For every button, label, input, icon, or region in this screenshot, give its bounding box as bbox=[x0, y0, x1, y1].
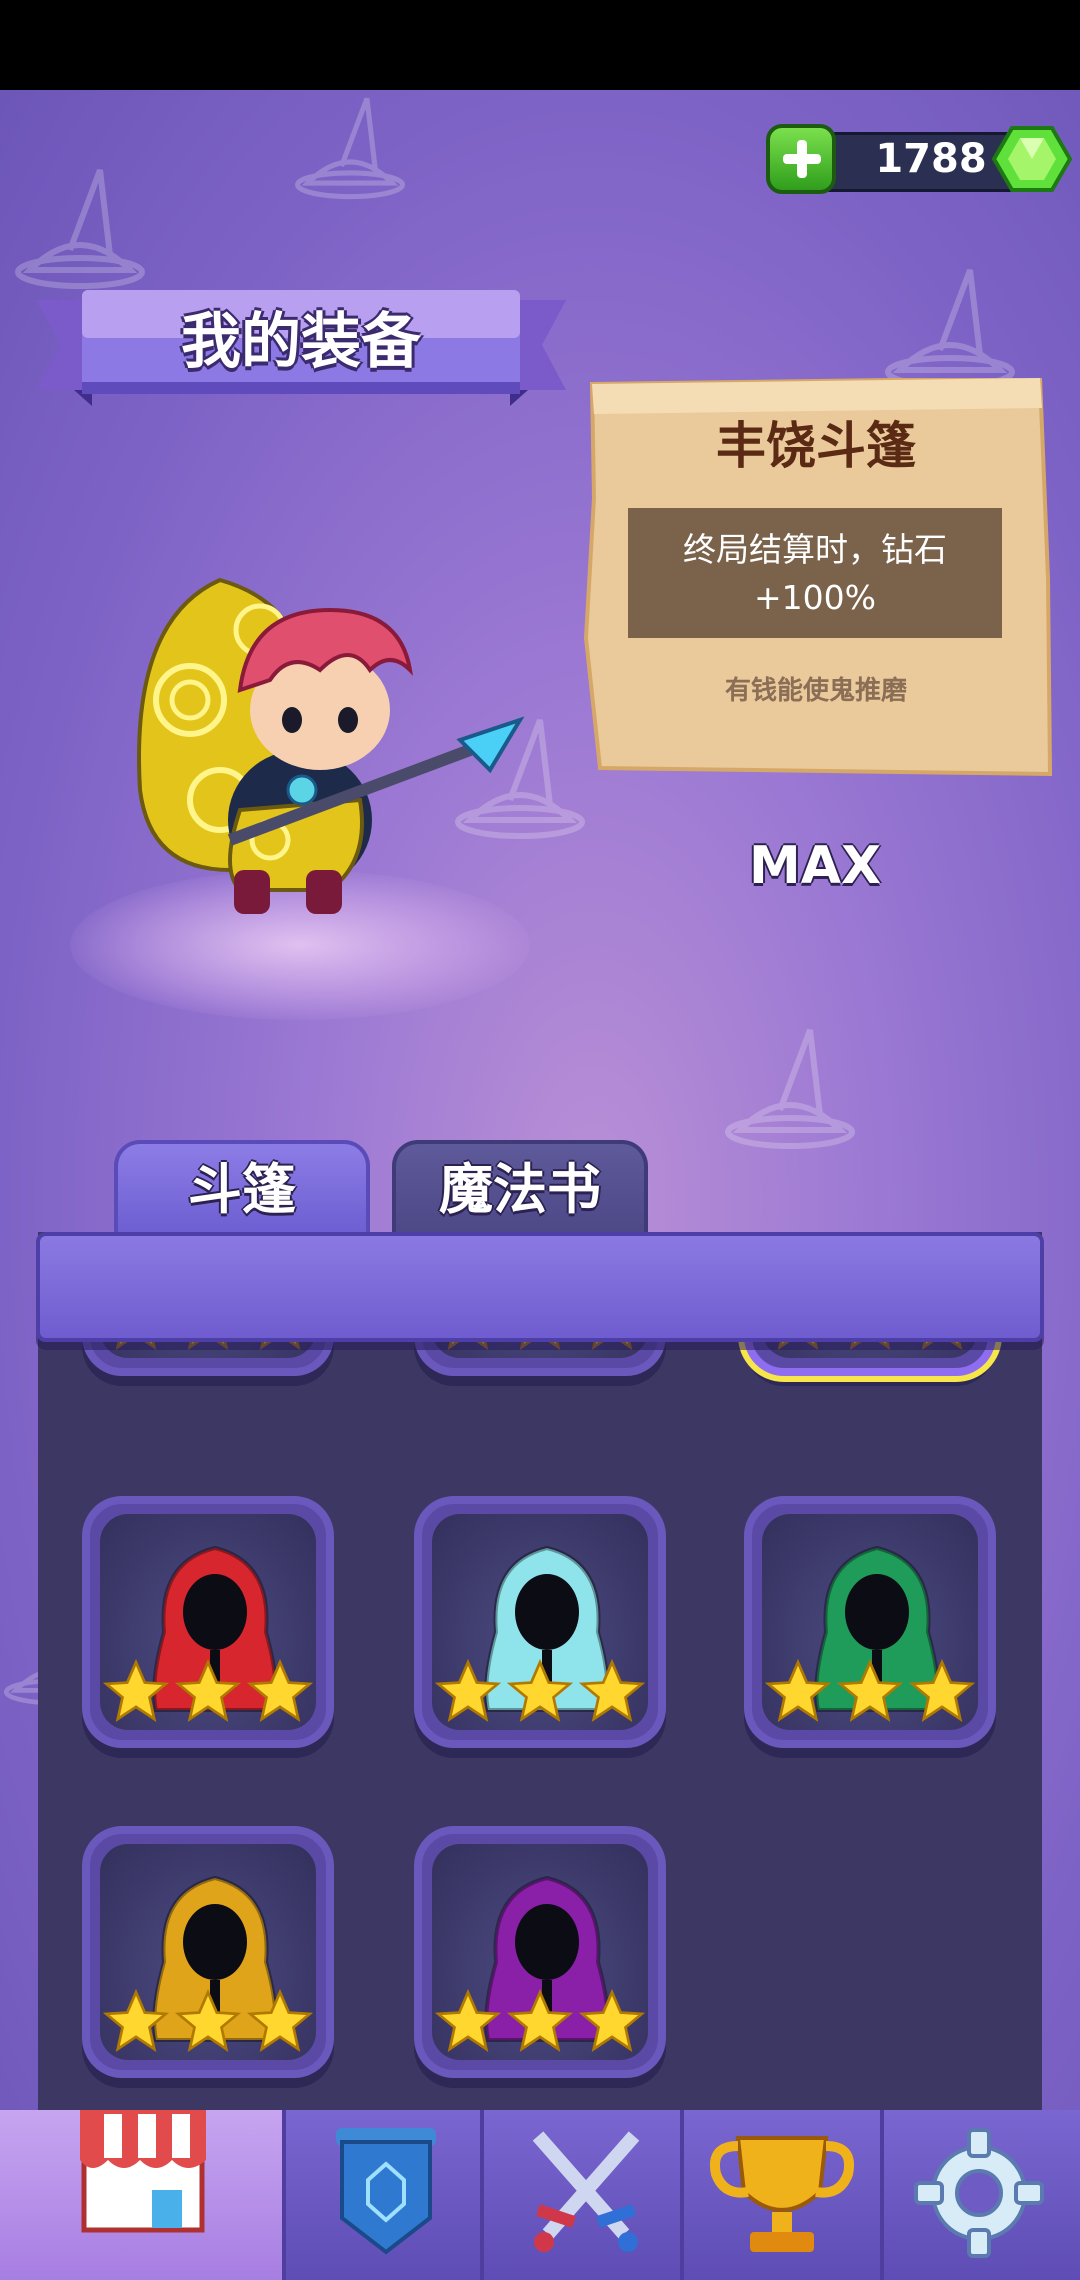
cloak-slot-frame bbox=[762, 1514, 978, 1730]
tab-spellbook[interactable]: 魔法书 bbox=[392, 1140, 648, 1234]
cloak-slot-frame bbox=[100, 1844, 316, 2060]
currency-counter: 1788 bbox=[766, 124, 1072, 194]
star-icon bbox=[908, 1658, 976, 1722]
star-icon bbox=[578, 1988, 646, 2052]
green-gem-icon bbox=[992, 126, 1072, 192]
star-icon bbox=[836, 1658, 904, 1722]
star-icon bbox=[174, 1988, 242, 2052]
nav-battle[interactable] bbox=[480, 2110, 680, 2280]
cloak-slot[interactable] bbox=[82, 1496, 334, 1748]
wizard-hat-deco-icon bbox=[725, 1028, 855, 1149]
cloak-slot-frame bbox=[100, 1514, 316, 1730]
nav-settings[interactable] bbox=[880, 2110, 1080, 2280]
star-icon bbox=[246, 1658, 314, 1722]
star-rating bbox=[102, 1988, 314, 2052]
wizard-hat-deco-icon bbox=[295, 97, 405, 200]
item-description: 终局结算时，钻石 +100% bbox=[628, 508, 1002, 638]
star-icon bbox=[578, 1658, 646, 1722]
star-icon bbox=[174, 1658, 242, 1722]
star-icon bbox=[506, 1658, 574, 1722]
cloak-slot[interactable] bbox=[744, 1496, 996, 1748]
cloak-slot[interactable] bbox=[414, 1826, 666, 2078]
star-icon bbox=[434, 1988, 502, 2052]
nav-ranking[interactable] bbox=[680, 2110, 880, 2280]
level-max-label: MAX bbox=[748, 836, 882, 896]
status-bar bbox=[0, 0, 1080, 90]
item-info-card: 丰饶斗篷 终局结算时，钻石 +100% 有钱能使鬼推磨 bbox=[580, 378, 1052, 780]
star-icon bbox=[434, 1658, 502, 1722]
bottom-navigation bbox=[0, 2110, 1080, 2280]
shop-icon bbox=[80, 2110, 206, 2233]
star-icon bbox=[764, 1658, 832, 1722]
cloak-slot[interactable] bbox=[82, 1826, 334, 2078]
inventory-panel bbox=[38, 1232, 1042, 2112]
inventory-header-bar bbox=[36, 1232, 1044, 1342]
star-icon bbox=[506, 1988, 574, 2052]
cloak-slot-frame bbox=[432, 1514, 648, 1730]
star-rating bbox=[764, 1658, 976, 1722]
star-icon bbox=[246, 1988, 314, 2052]
star-rating bbox=[434, 1658, 646, 1722]
shield-icon bbox=[336, 2128, 436, 2255]
wizard-hat-deco-icon bbox=[15, 168, 145, 289]
item-name: 丰饶斗篷 bbox=[716, 417, 916, 475]
currency-amount: 1788 bbox=[875, 136, 987, 182]
wizard-hat-deco-icon bbox=[885, 268, 1015, 389]
item-quote: 有钱能使鬼推磨 bbox=[724, 676, 907, 706]
star-rating bbox=[102, 1658, 314, 1722]
nav-shop[interactable] bbox=[0, 2110, 282, 2280]
star-icon bbox=[102, 1658, 170, 1722]
trophy-icon bbox=[710, 2136, 854, 2252]
gear-icon bbox=[914, 2128, 1044, 2258]
crossed-swords-icon bbox=[532, 2131, 640, 2252]
wizard-character bbox=[137, 577, 525, 914]
page-title: 我的装备 bbox=[181, 307, 421, 377]
cloak-slot-frame bbox=[432, 1844, 648, 2060]
star-icon bbox=[102, 1988, 170, 2052]
title-ribbon: 我的装备 bbox=[36, 290, 566, 410]
tab-cloak[interactable]: 斗篷 bbox=[114, 1140, 370, 1234]
star-rating bbox=[434, 1988, 646, 2052]
plus-icon[interactable] bbox=[766, 124, 836, 194]
cloak-slot[interactable] bbox=[414, 1496, 666, 1748]
nav-guild[interactable] bbox=[282, 2110, 480, 2280]
